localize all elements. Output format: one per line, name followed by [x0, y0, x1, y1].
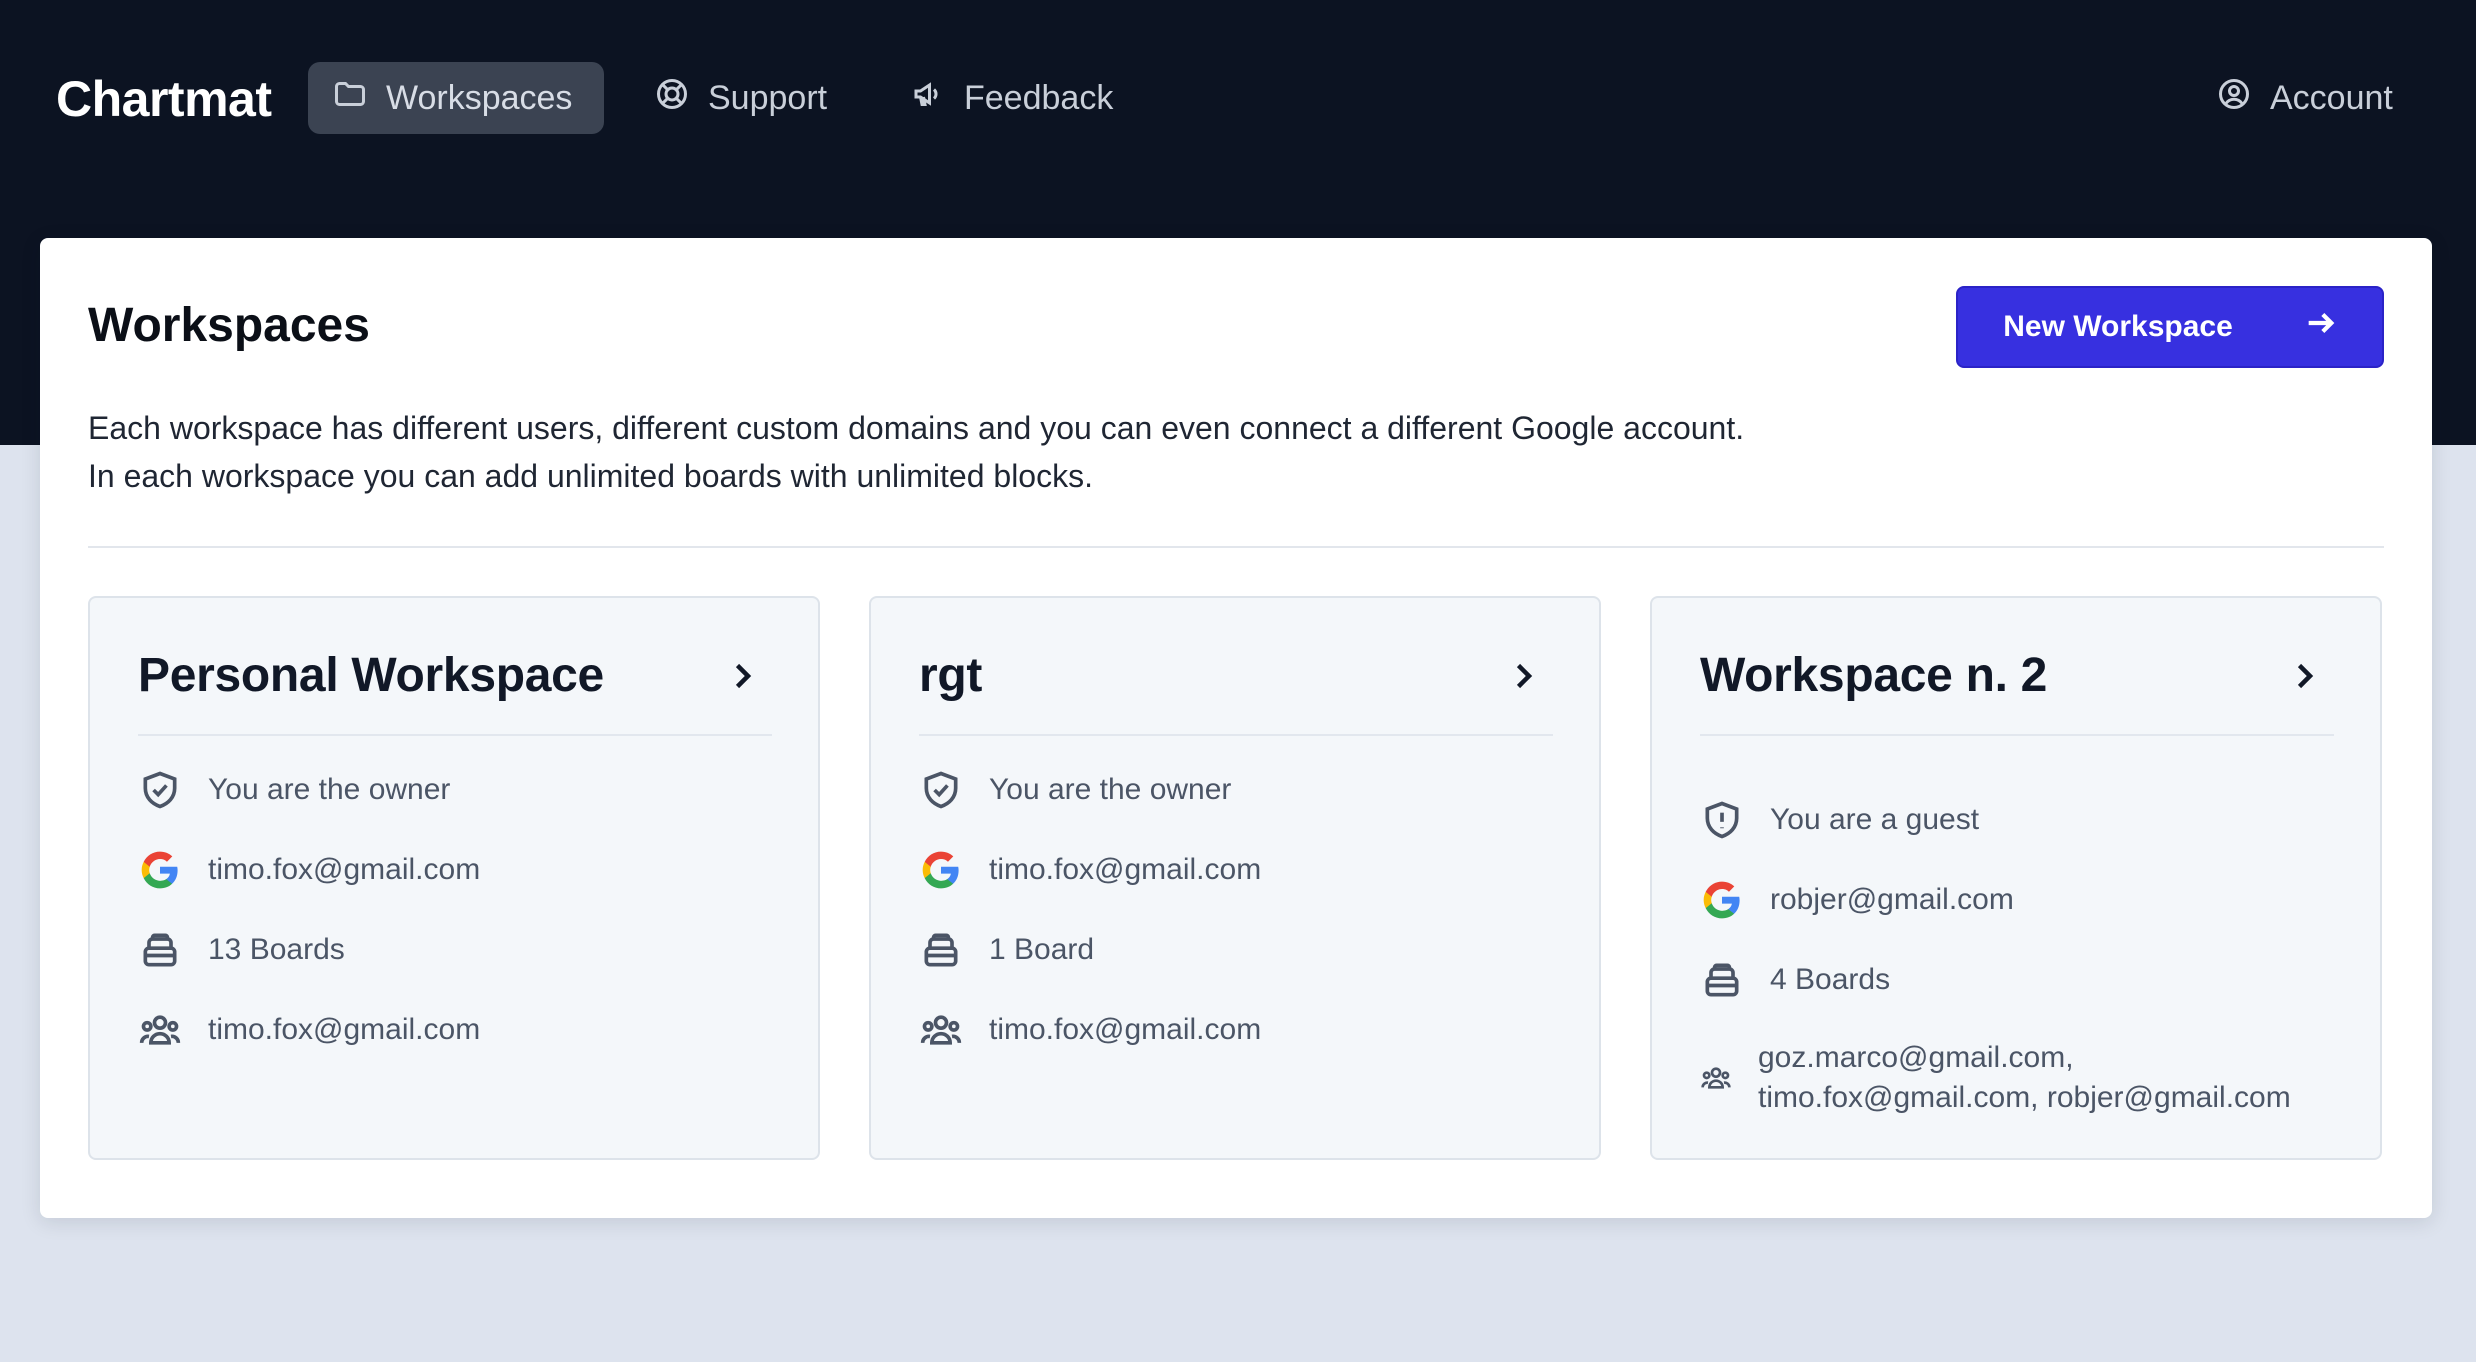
chevron-right-icon[interactable]	[724, 658, 760, 694]
workspace-role: You are the owner	[919, 768, 1231, 812]
shield-check-icon	[138, 768, 182, 812]
nav-account[interactable]: Account	[2192, 62, 2417, 134]
workspaces-panel: Workspaces New Workspace Each workspace …	[40, 238, 2432, 1218]
brand-logo[interactable]: Chartmat	[56, 70, 272, 128]
workspace-google-account: robjer@gmail.com	[1700, 878, 2014, 922]
workspace-card-rgt[interactable]: rgt You are the owner timo.fox@gmail.com	[869, 596, 1601, 1160]
workspace-role: You are a guest	[1700, 798, 1979, 842]
nav-workspaces[interactable]: Workspaces	[308, 62, 604, 134]
nav-account-label: Account	[2270, 78, 2393, 117]
chevron-right-icon[interactable]	[1505, 658, 1541, 694]
user-group-icon	[919, 1008, 963, 1052]
google-icon	[919, 848, 963, 892]
shield-check-icon	[919, 768, 963, 812]
user-circle-icon	[2216, 76, 2252, 121]
megaphone-icon	[910, 76, 946, 121]
workspace-google-account: timo.fox@gmail.com	[138, 848, 480, 892]
nav-support-label: Support	[708, 78, 828, 117]
inbox-stack-icon	[1700, 958, 1744, 1002]
google-account-email: timo.fox@gmail.com	[208, 853, 481, 886]
members-list: timo.fox@gmail.com	[989, 1013, 1262, 1046]
card-divider	[1700, 734, 2334, 736]
workspace-card-personal[interactable]: Personal Workspace You are the owner tim…	[88, 596, 820, 1160]
description-line-1: Each workspace has different users, diff…	[88, 410, 1745, 446]
user-group-icon	[138, 1008, 182, 1052]
shield-exclamation-icon	[1700, 798, 1744, 842]
divider	[88, 546, 2384, 548]
google-account-email: timo.fox@gmail.com	[989, 853, 1262, 886]
page-title: Workspaces	[88, 299, 370, 352]
members-list: timo.fox@gmail.com	[208, 1013, 481, 1046]
workspace-role-label: You are the owner	[989, 773, 1232, 806]
nav-workspaces-label: Workspaces	[386, 78, 573, 117]
workspace-card-n2[interactable]: Workspace n. 2 You are a guest robjer@gm…	[1650, 596, 2382, 1160]
workspace-title: Workspace n. 2	[1700, 649, 2048, 702]
workspace-boards-count: 13 Boards	[138, 928, 345, 972]
boards-count-label: 1 Board	[989, 933, 1095, 966]
boards-count-label: 13 Boards	[208, 933, 345, 966]
user-group-icon	[1700, 1062, 1732, 1094]
workspace-google-account: timo.fox@gmail.com	[919, 848, 1261, 892]
members-line-2: timo.fox@gmail.com, robjer@gmail.com	[1758, 1081, 2291, 1114]
workspace-title: rgt	[919, 649, 983, 702]
nav-feedback-label: Feedback	[964, 78, 1114, 117]
workspace-boards-count: 1 Board	[919, 928, 1094, 972]
folder-icon	[332, 76, 368, 121]
google-icon	[138, 848, 182, 892]
card-divider	[919, 734, 1553, 736]
workspace-role-label: You are the owner	[208, 773, 451, 806]
new-workspace-button[interactable]: New Workspace	[1956, 286, 2384, 368]
lifebuoy-icon	[654, 76, 690, 121]
chevron-right-icon[interactable]	[2286, 658, 2322, 694]
workspace-members: timo.fox@gmail.com	[919, 1008, 1261, 1052]
arrow-right-icon	[2303, 306, 2337, 348]
members-line-1: goz.marco@gmail.com,	[1758, 1041, 2074, 1074]
description-line-2: In each workspace you can add unlimited …	[88, 458, 1093, 494]
inbox-stack-icon	[138, 928, 182, 972]
card-divider	[138, 734, 772, 736]
members-list: goz.marco@gmail.com, timo.fox@gmail.com,…	[1758, 1038, 2291, 1118]
nav-feedback[interactable]: Feedback	[886, 62, 1137, 134]
workspace-members: goz.marco@gmail.com, timo.fox@gmail.com,…	[1700, 1038, 2291, 1118]
workspace-role-label: You are a guest	[1770, 803, 1980, 836]
workspace-role: You are the owner	[138, 768, 450, 812]
workspace-members: timo.fox@gmail.com	[138, 1008, 480, 1052]
google-icon	[1700, 878, 1744, 922]
workspace-boards-count: 4 Boards	[1700, 958, 1890, 1002]
workspace-title: Personal Workspace	[138, 649, 604, 702]
boards-count-label: 4 Boards	[1770, 963, 1891, 996]
inbox-stack-icon	[919, 928, 963, 972]
top-navigation: Chartmat Workspaces Support Feedback Acc…	[0, 0, 2476, 197]
new-workspace-label: New Workspace	[2003, 310, 2233, 343]
google-account-email: robjer@gmail.com	[1770, 883, 2014, 916]
nav-support[interactable]: Support	[630, 62, 851, 134]
panel-description: Each workspace has different users, diff…	[88, 404, 1744, 500]
